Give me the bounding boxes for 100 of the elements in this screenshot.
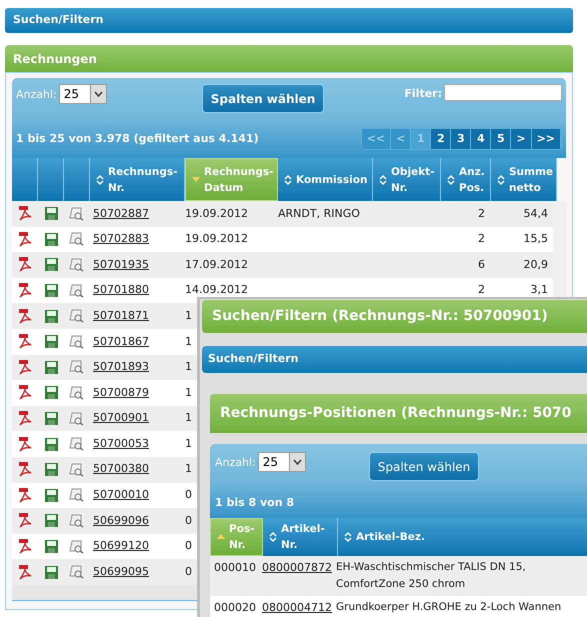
document-search-icon[interactable] <box>69 437 85 452</box>
columns-button[interactable]: Spalten wählen <box>368 452 480 481</box>
pdf-icon[interactable] <box>18 564 32 580</box>
date-cell: 0 <box>185 514 192 527</box>
page-size-select[interactable]: 25 <box>58 84 107 104</box>
document-search-icon[interactable] <box>69 462 85 477</box>
page-button[interactable]: 5 <box>491 129 512 149</box>
invoice-link[interactable]: 50701935 <box>93 256 185 274</box>
column-header[interactable]: Artikel-Nr. <box>263 518 338 556</box>
invoice-link[interactable]: 50700053 <box>93 436 185 452</box>
quantity-cell-text: 6 <box>477 256 486 273</box>
header-cell <box>38 158 64 201</box>
date-cell: 1 <box>185 386 192 399</box>
invoice-link[interactable]: 50699096 <box>93 512 185 530</box>
page-button[interactable]: 2 <box>431 129 452 149</box>
date-cell: 19.09.2012 <box>185 206 248 220</box>
quantity-cell-text: 2 <box>477 231 486 248</box>
column-header[interactable]: Summe netto <box>491 158 557 201</box>
invoice-link[interactable]: 50700010 <box>93 487 185 504</box>
commission-cell-text: ARNDT, RINGO <box>278 206 361 222</box>
result-info: 1 bis 25 von 3.978 (gefiltert aus 4.141) <box>16 130 259 147</box>
document-search-icon[interactable] <box>69 258 85 272</box>
column-header[interactable]: Rechnungs-Nr. <box>90 158 185 201</box>
page-button[interactable]: >> <box>532 129 561 149</box>
result-info: 1 bis 8 von 8 <box>214 495 296 511</box>
sort-icon[interactable] <box>379 174 387 186</box>
sort-icon[interactable] <box>344 531 352 543</box>
date-cell: 19.09.2012 <box>185 232 248 246</box>
filter-field[interactable] <box>444 84 562 101</box>
panel-header: Rechnungen <box>5 45 573 72</box>
invoice-link[interactable]: 50700879 <box>93 384 185 402</box>
article-link[interactable]: 0800007872 <box>259 559 334 576</box>
section-header[interactable]: Suchen/Filtern <box>5 8 573 33</box>
caret-icon <box>292 459 302 465</box>
invoice-link[interactable]: 50701893 <box>93 359 185 376</box>
invoice-link[interactable]: 50699095 <box>93 564 185 580</box>
pdf-icon[interactable] <box>18 513 32 528</box>
quantity-cell-text: 2 <box>477 206 486 222</box>
invoice-link[interactable]: 50702883 <box>93 231 185 248</box>
pdf-icon[interactable] <box>18 385 32 400</box>
date-cell: 1 <box>185 334 192 348</box>
pdf-icon[interactable] <box>18 411 32 426</box>
pdf-icon[interactable] <box>18 206 32 222</box>
document-search-icon[interactable] <box>69 565 85 580</box>
pdf-icon[interactable] <box>18 462 32 478</box>
date-cell: 1 <box>185 462 192 476</box>
sort-icon[interactable] <box>284 174 292 186</box>
column-header[interactable]: Artikel-Bez. <box>338 518 587 556</box>
sort-icon[interactable] <box>96 174 104 186</box>
column-header[interactable]: Anz. Pos. <box>441 158 491 201</box>
sum-cell-text: 15,5 <box>522 231 548 248</box>
invoice-link[interactable]: 50701867 <box>93 334 185 350</box>
invoice-link[interactable]: 50702887 <box>93 206 185 222</box>
document-search-icon[interactable] <box>69 309 85 324</box>
date-cell: 17.09.2012 <box>185 258 248 271</box>
pdf-icon[interactable] <box>18 232 32 247</box>
pdf-icon[interactable] <box>18 436 32 452</box>
column-header[interactable]: Kommission <box>278 158 373 201</box>
description-cell-text: EH-Waschtischmischer TALIS DN 15, ComfortZone 250 chrom <box>335 560 527 592</box>
sort-icon[interactable] <box>447 174 455 186</box>
document-search-icon[interactable] <box>69 540 85 554</box>
document-search-icon[interactable] <box>69 386 85 400</box>
date-cell: 1 <box>185 308 192 322</box>
page-size-select[interactable]: 25 <box>258 452 306 472</box>
document-search-icon[interactable] <box>69 334 85 349</box>
caret-icon <box>94 91 103 97</box>
sum-cell-text: 3,1 <box>530 282 548 298</box>
pdf-icon[interactable] <box>18 360 32 375</box>
pdf-icon[interactable] <box>18 334 32 350</box>
date-cell: 0 <box>185 488 192 502</box>
page-button[interactable]: 3 <box>451 129 472 149</box>
document-search-icon[interactable] <box>69 206 85 221</box>
document-search-icon[interactable] <box>69 232 85 246</box>
sum-cell-text: 20,9 <box>522 256 548 273</box>
invoice-link[interactable]: 50701871 <box>93 308 185 324</box>
position-cell-text: 000020 <box>213 600 257 616</box>
pdf-icon[interactable] <box>18 257 32 272</box>
invoice-link[interactable]: 50699120 <box>93 538 185 555</box>
columns-button[interactable]: Spalten wählen <box>202 84 324 113</box>
position-cell-text: 000010 <box>213 560 257 576</box>
date-cell: 0 <box>185 539 192 552</box>
sort-icon[interactable] <box>497 174 505 186</box>
invoice-link[interactable]: 50700901 <box>93 410 185 427</box>
document-search-icon[interactable] <box>69 360 85 374</box>
pdf-icon[interactable] <box>18 283 32 298</box>
pdf-icon[interactable] <box>18 539 32 554</box>
invoice-link[interactable]: 50700380 <box>93 461 185 478</box>
page-button[interactable]: 4 <box>471 129 492 149</box>
article-link[interactable]: 0800004712 <box>259 599 334 616</box>
column-header[interactable]: Objekt-Nr. <box>373 158 441 201</box>
section-header[interactable]: Suchen/Filtern <box>202 346 587 373</box>
document-search-icon[interactable] <box>69 514 85 528</box>
pdf-icon[interactable] <box>18 308 32 324</box>
pdf-icon[interactable] <box>18 488 32 503</box>
document-search-icon[interactable] <box>69 284 85 298</box>
sort-icon[interactable] <box>269 531 277 543</box>
page-button[interactable]: > <box>511 129 532 149</box>
invoice-link[interactable]: 50701880 <box>93 282 185 299</box>
document-search-icon[interactable] <box>69 488 85 502</box>
document-search-icon[interactable] <box>69 412 85 426</box>
